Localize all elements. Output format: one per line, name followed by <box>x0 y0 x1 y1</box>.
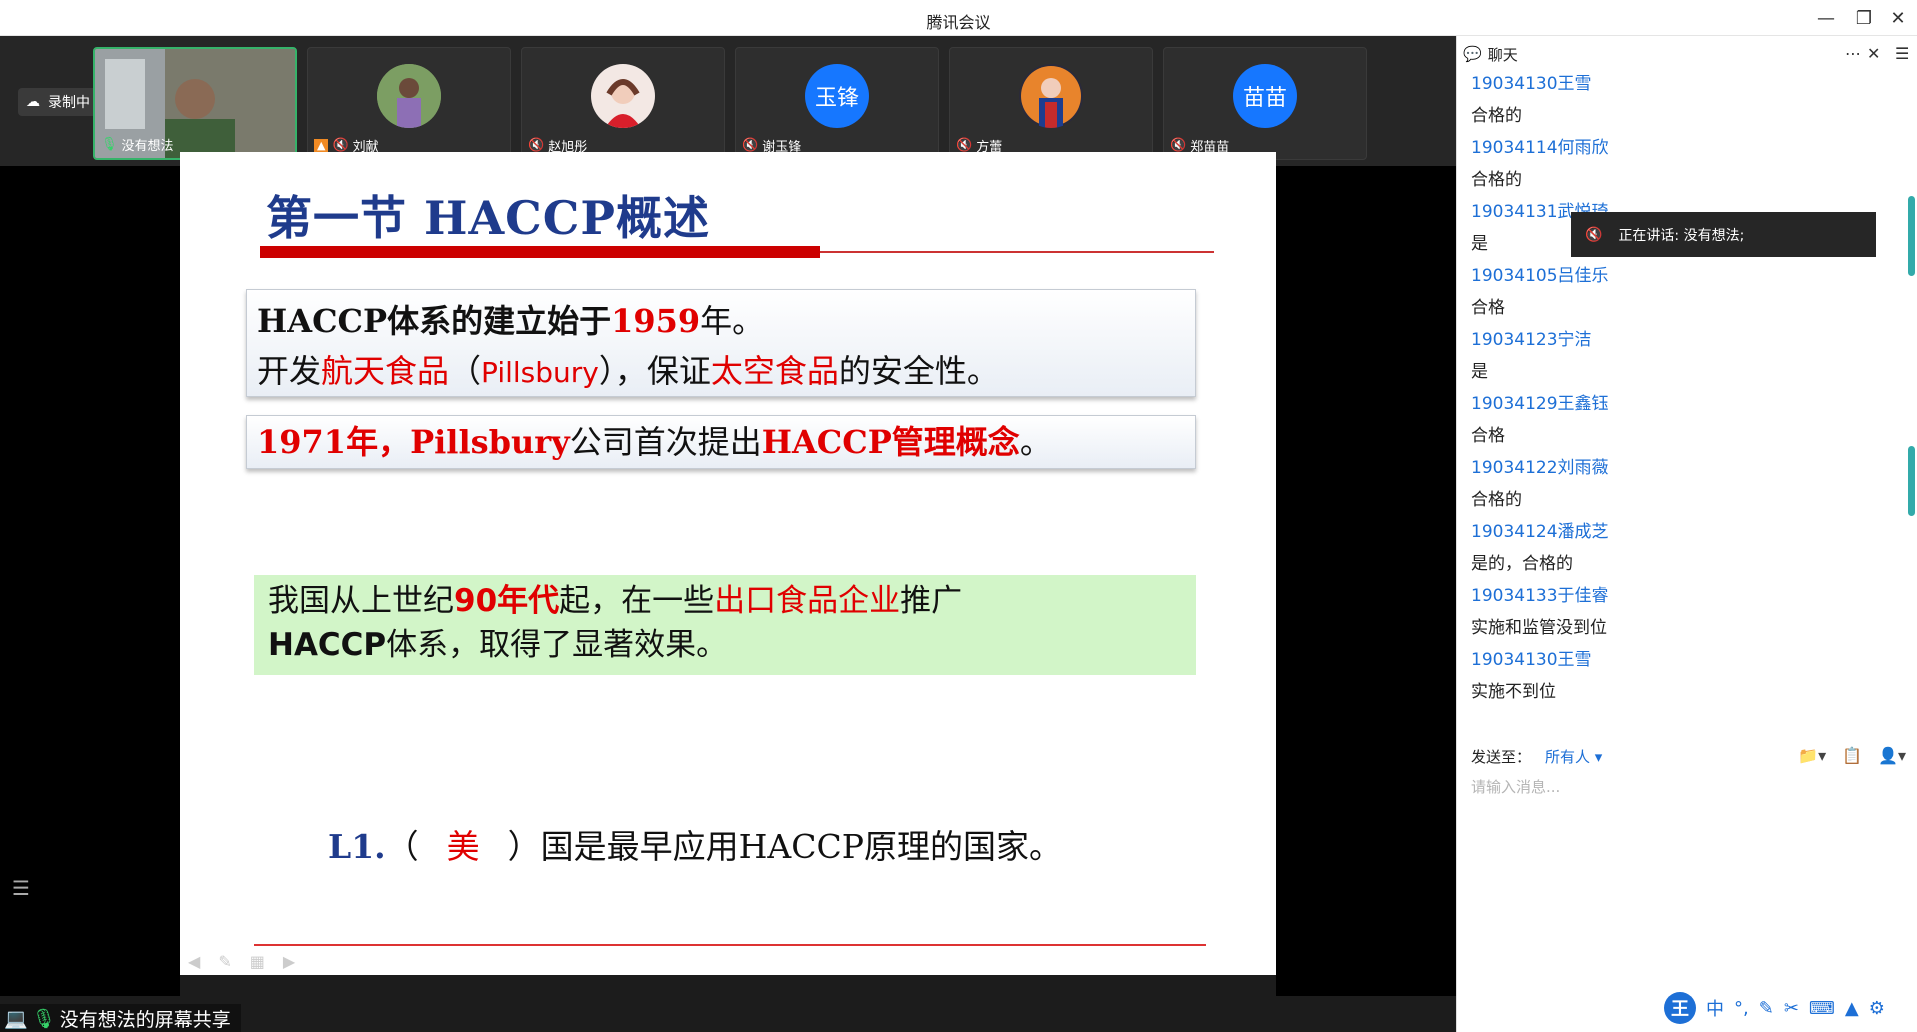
compose-tools: 📁▾ 📋 👤▾ <box>1798 746 1906 765</box>
chat-header: 💬 聊天 ⋯ ✕ ☰ <box>1457 36 1917 72</box>
message-text: 合格的 <box>1471 490 1522 510</box>
recipient-select[interactable]: 所有人 ▾ <box>1545 746 1602 767</box>
chat-icon: 💬 <box>1463 45 1482 63</box>
message-text: 合格的 <box>1471 170 1522 190</box>
recording-label: 录制中 <box>48 95 90 111</box>
scrollbar-indicator <box>1908 446 1915 516</box>
mic-muted-icon: 🔇 <box>1585 226 1603 243</box>
ime-toolbar: 王 中 °, ✎ ✂ ⌨ ▲ ⚙ <box>1664 990 1885 1026</box>
window-title: 腾讯会议 <box>926 13 991 32</box>
title-underline-thin <box>820 251 1214 253</box>
participant-tile[interactable]: 玉锋 🔇 谢玉锋 <box>735 47 939 160</box>
message-text: 是的，合格的 <box>1471 554 1573 574</box>
participant-tile[interactable]: 苗苗 🔇 郑苗苗 <box>1163 47 1367 160</box>
recording-indicator[interactable]: ☁ 录制中 <box>18 88 100 116</box>
participant-tile[interactable]: 🔇 赵旭彤 <box>521 47 725 160</box>
ime-logo[interactable]: 王 <box>1664 992 1696 1024</box>
message-text: 是 <box>1471 362 1488 382</box>
speaking-label: 正在讲话: 没有想法; <box>1618 227 1745 244</box>
skin-icon[interactable]: ▲ <box>1845 998 1859 1019</box>
message-text: 合格 <box>1471 298 1505 318</box>
bottom-rule <box>254 944 1206 946</box>
next-arrow-icon[interactable]: ▶ <box>283 952 295 971</box>
scissors-icon[interactable]: ✂ <box>1784 998 1799 1019</box>
message-input[interactable]: 请输入消息... <box>1471 776 1560 797</box>
participant-tile[interactable]: 🔇 方蕾 <box>949 47 1153 160</box>
share-badge-icon: ▲ <box>314 139 329 152</box>
close-button[interactable]: ✕ <box>1880 4 1916 32</box>
message-sender: 19034123宁洁 <box>1471 330 1592 350</box>
mic-on-icon: 🎙 <box>101 137 118 152</box>
user-icon[interactable]: 👤▾ <box>1878 746 1906 765</box>
message-sender: 19034130王雪 <box>1471 650 1592 670</box>
avatar: 苗苗 <box>1233 64 1297 128</box>
message-sender: 19034129王鑫钰 <box>1471 394 1609 414</box>
message-text: 实施和监管没到位 <box>1471 618 1607 638</box>
message-sender: 19034114何雨欣 <box>1471 138 1609 158</box>
prev-arrow-icon[interactable]: ◀ <box>188 952 200 971</box>
close-chat-icon[interactable]: ✕ <box>1867 44 1880 63</box>
message-sender: 19034105吕佳乐 <box>1471 266 1609 286</box>
mic-muted-icon: 🔇 <box>528 138 545 153</box>
avatar <box>1019 64 1083 128</box>
screen-share-icon: 💻 <box>4 1007 28 1030</box>
message-sender: 19034130王雪 <box>1471 74 1592 94</box>
chat-panel: 💬 聊天 ⋯ ✕ ☰ 19034130王雪 合格的 19034114何雨欣 合格的 19… <box>1456 36 1917 1032</box>
chat-title: 聊天 <box>1487 45 1518 64</box>
slide-tools: ◀ ✎ ▦ ▶ <box>188 952 295 971</box>
participant-name: 🎙 没有想法 <box>101 137 174 154</box>
pen-icon[interactable]: ✎ <box>218 952 231 971</box>
app-window: 腾讯会议 — ❐ ✕ ☁ 录制中 🎙 没有想法 ▲ 🔇 刘献 🔇 赵旭彤 玉锋 … <box>0 0 1917 1032</box>
message-text: 实施不到位 <box>1471 682 1556 702</box>
info-box-1971: 1971年，Pillsbury公司首次提出HACCP管理概念。 <box>246 415 1196 469</box>
shared-slide: 第一节 HACCP概述 HACCP体系的建立始于1959年。 开发航天食品（Pi… <box>180 152 1276 975</box>
info-box-china: 我国从上世纪90年代起，在一些出口食品企业推广 HACCP体系，取得了显著效果。 <box>254 575 1196 675</box>
announcement-icon[interactable]: 📋 <box>1842 746 1862 765</box>
message-text: 合格的 <box>1471 106 1522 126</box>
scrollbar-thumb[interactable] <box>1908 196 1915 276</box>
cloud-icon: ☁ <box>26 94 40 110</box>
screen-share-label: 💻 🎙 没有想法的屏幕共享 <box>0 1004 241 1032</box>
participant-tile[interactable]: 🎙 没有想法 <box>93 47 297 160</box>
panel-menu-icon[interactable]: ☰ <box>1895 44 1909 63</box>
message-sender: 19034122刘雨薇 <box>1471 458 1609 478</box>
title-bar: 腾讯会议 — ❐ ✕ <box>0 0 1917 36</box>
participant-tile[interactable]: ▲ 🔇 刘献 <box>307 47 511 160</box>
menu-icon[interactable]: ▦ <box>250 952 265 971</box>
compose-bar: 发送至： 所有人 ▾ 📁▾ 📋 👤▾ <box>1457 736 1917 776</box>
restore-button[interactable]: ❐ <box>1846 4 1882 32</box>
folder-icon[interactable]: 📁▾ <box>1798 746 1826 765</box>
minimize-button[interactable]: — <box>1808 4 1844 32</box>
question-line: L1.（美）国是最早应用HACCP原理的国家。 <box>328 827 1062 866</box>
mic-muted-icon: 🔇 <box>1170 138 1187 153</box>
send-to-label: 发送至： <box>1471 747 1532 766</box>
message-list: 19034130王雪 合格的 19034114何雨欣 合格的 19034131武悦琦是 1… <box>1471 68 1891 708</box>
title-underline <box>260 246 820 258</box>
letterbox-left <box>0 166 180 996</box>
avatar: 玉锋 <box>805 64 869 128</box>
list-icon[interactable]: ☰ <box>12 876 30 900</box>
punctuation-icon[interactable]: °, <box>1734 998 1749 1019</box>
mic-muted-icon: 🔇 <box>332 138 349 153</box>
ime-mode[interactable]: 中 <box>1706 995 1724 1021</box>
mic-muted-icon: 🔇 <box>956 138 973 153</box>
more-icon[interactable]: ⋯ <box>1845 44 1861 63</box>
mic-on-icon: 🎙 <box>31 1007 56 1030</box>
info-box-1959: HACCP体系的建立始于1959年。 开发航天食品（Pillsbury），保证太… <box>246 289 1196 397</box>
avatar <box>377 64 441 128</box>
message-text: 合格 <box>1471 426 1505 446</box>
message-sender: 19034124潘成芝 <box>1471 522 1609 542</box>
speaking-indicator: 🔇 正在讲话: 没有想法; <box>1571 212 1876 257</box>
settings-icon[interactable]: ⚙ <box>1869 998 1885 1019</box>
participant-strip: ☁ 录制中 🎙 没有想法 ▲ 🔇 刘献 🔇 赵旭彤 玉锋 🔇 谢玉锋 🔇 方蕾 … <box>0 36 1456 166</box>
mic-muted-icon: 🔇 <box>742 138 759 153</box>
letterbox-right <box>1276 166 1456 996</box>
handwrite-icon[interactable]: ✎ <box>1759 998 1774 1019</box>
avatar <box>591 64 655 128</box>
keyboard-icon[interactable]: ⌨ <box>1809 998 1835 1019</box>
slide-title: 第一节 HACCP概述 <box>266 191 710 245</box>
message-sender: 19034133于佳睿 <box>1471 586 1609 606</box>
